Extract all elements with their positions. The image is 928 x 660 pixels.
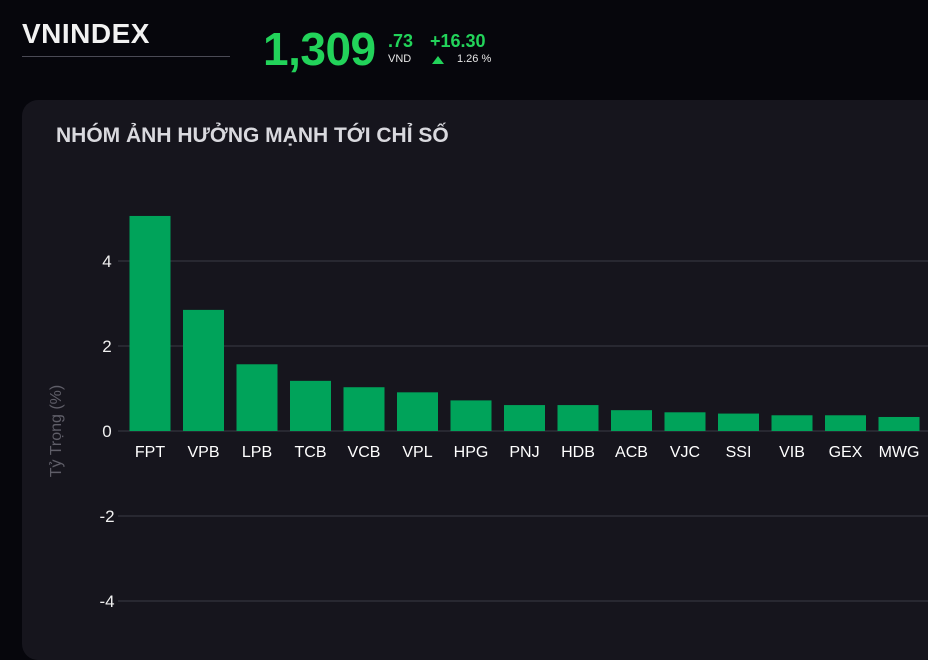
x-tick-label: VJC	[670, 444, 700, 461]
x-tick-label: HPG	[454, 444, 489, 461]
bar	[611, 410, 652, 431]
bar	[878, 416, 920, 431]
x-tick-label: VPB	[187, 444, 219, 461]
x-tick-label: MWG	[879, 444, 920, 461]
x-tick-label: VCB	[348, 444, 381, 461]
x-tick-label: FPT	[135, 444, 165, 461]
bar	[236, 364, 278, 431]
x-tick-label: VIB	[779, 444, 805, 461]
bar	[183, 309, 224, 431]
bar	[504, 405, 545, 431]
bar	[450, 400, 492, 431]
y-tick-label: 2	[102, 337, 111, 356]
bar	[129, 215, 171, 431]
y-axis-title: Tỷ Trọng (%)	[48, 385, 65, 477]
y-tick-label: 0	[102, 422, 111, 441]
bar	[343, 387, 385, 431]
x-tick-label: TCB	[295, 444, 327, 461]
y-tick-label: -2	[99, 507, 114, 526]
x-tick-label: LPB	[242, 444, 272, 461]
x-tick-label: PNJ	[509, 444, 539, 461]
x-tick-label: GEX	[829, 444, 863, 461]
bar	[290, 380, 331, 431]
x-tick-label: ACB	[615, 444, 648, 461]
bar	[771, 415, 813, 431]
bar	[557, 405, 599, 431]
bar	[664, 412, 706, 431]
bar-chart: 4 2 0 -2 -4 Tỷ Trọng (%) FPT VPB LPB TCB VCB VPL HPG…	[48, 215, 928, 611]
x-tick-label: HDB	[561, 444, 595, 461]
y-tick-label: 4	[102, 252, 111, 271]
bar	[825, 415, 866, 431]
y-tick-label: -4	[99, 592, 114, 611]
x-tick-label: SSI	[726, 444, 752, 461]
bar	[397, 392, 438, 431]
bar	[718, 413, 759, 431]
x-tick-label: VPL	[402, 444, 432, 461]
